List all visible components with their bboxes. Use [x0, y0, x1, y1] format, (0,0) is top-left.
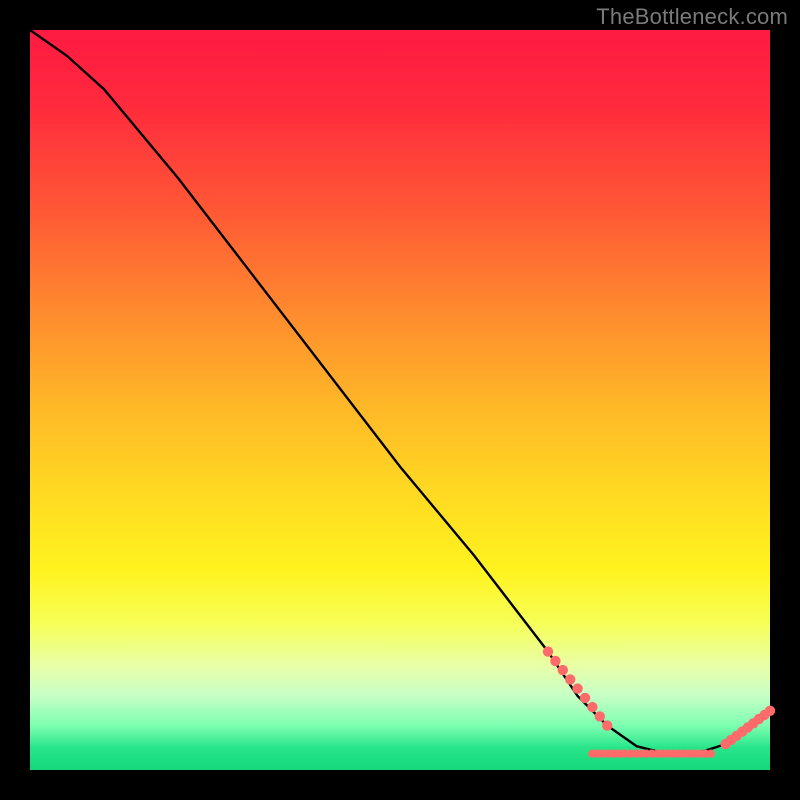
curve-line	[30, 30, 770, 754]
annotation-dot	[602, 720, 612, 730]
annotation-dot	[765, 706, 775, 716]
annotation-dot	[543, 646, 553, 656]
annotation-dot	[587, 702, 597, 712]
bottleneck-curve	[30, 30, 770, 754]
annotation-dots	[543, 646, 775, 758]
annotation-dot	[558, 665, 568, 675]
annotation-dot	[572, 683, 582, 693]
annotation-dot	[707, 750, 715, 758]
annotation-dot	[580, 693, 590, 703]
annotation-dot	[550, 656, 560, 666]
chart-frame: TheBottleneck.com	[0, 0, 800, 800]
chart-overlay	[30, 30, 770, 770]
annotation-dot	[595, 711, 605, 721]
annotation-dot	[565, 674, 575, 684]
attribution-text: TheBottleneck.com	[596, 4, 788, 30]
